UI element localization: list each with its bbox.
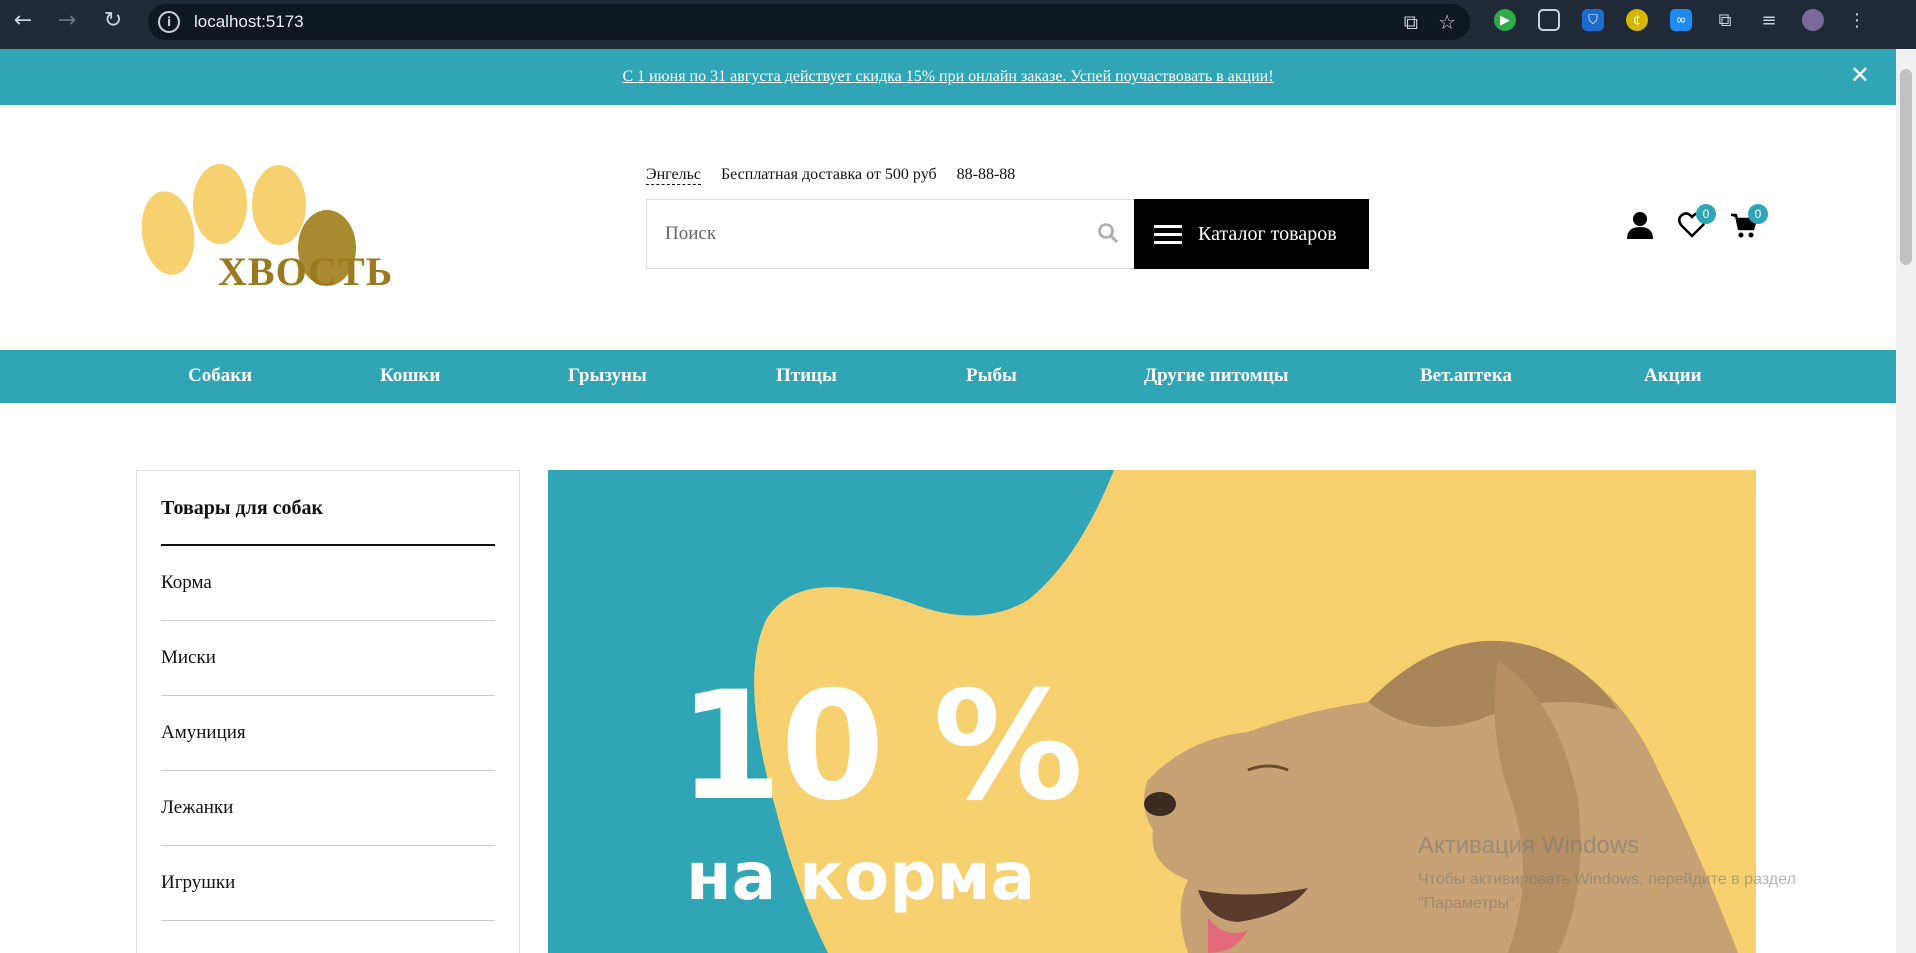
catnav-item-other-pets[interactable]: Другие питомцы	[1144, 365, 1289, 387]
category-sidebar: Товары для собак Корма Миски Амуниция Ле…	[136, 470, 520, 953]
cart-icon[interactable]: 0	[1730, 204, 1768, 240]
cart-count-badge: 0	[1748, 204, 1768, 224]
sidebar-item-bowls[interactable]: Миски	[161, 621, 495, 696]
menu-burger-icon	[1154, 224, 1182, 244]
browser-toolbar: ← → ↻ i localhost:5173 ⧉ ☆ ▶ ⛉ ¢ ∞ ⧉ ≡ ⋮	[0, 0, 1916, 49]
category-nav: Собаки Кошки Грызуны Птицы Рыбы Другие п…	[0, 350, 1896, 403]
catalog-label: Каталог товаров	[1198, 222, 1337, 245]
banner-percent: 10 %	[678, 660, 1083, 834]
extension-shield-icon[interactable]: ⛉	[1582, 9, 1604, 31]
sidebar-item-toys[interactable]: Игрушки	[161, 846, 495, 921]
watermark-title: Активация Windows	[1418, 832, 1640, 859]
banner-subtitle: на корма	[686, 838, 1035, 915]
catnav-item-rodents[interactable]: Грызуны	[568, 365, 647, 387]
catnav-item-promotions[interactable]: Акции	[1644, 365, 1702, 387]
reload-icon[interactable]: ↻	[96, 3, 130, 37]
back-icon[interactable]: ←	[6, 3, 40, 37]
extension-play-icon[interactable]: ▶	[1494, 9, 1516, 31]
profile-avatar[interactable]	[1802, 9, 1824, 31]
sidebar-title: Товары для собак	[161, 497, 495, 546]
catnav-item-birds[interactable]: Птицы	[776, 365, 837, 387]
forward-icon[interactable]: →	[50, 3, 84, 37]
delivery-info: Бесплатная доставка от 500 руб	[720, 166, 937, 183]
city-selector[interactable]: Энгельс	[646, 166, 701, 185]
catalog-button[interactable]: Каталог товаров	[1134, 199, 1369, 269]
promo-link[interactable]: С 1 июня по 31 августа действует скидка …	[622, 68, 1273, 86]
extension-coin-icon[interactable]: ¢	[1626, 9, 1648, 31]
promo-banner: С 1 июня по 31 августа действует скидка …	[0, 49, 1896, 105]
favorites-icon[interactable]: 0	[1678, 204, 1716, 240]
sidebar-item-beds[interactable]: Лежанки	[161, 771, 495, 846]
header-meta: Энгельс Бесплатная доставка от 500 руб 8…	[646, 166, 1015, 185]
bookmark-star-icon[interactable]: ☆	[1438, 10, 1456, 34]
catnav-item-fish[interactable]: Рыбы	[966, 365, 1017, 387]
header-actions: 0 0	[1626, 204, 1768, 240]
media-controls-icon[interactable]: ≡	[1758, 9, 1780, 31]
user-icon[interactable]	[1626, 210, 1654, 240]
catnav-item-vet-pharmacy[interactable]: Вет.аптека	[1420, 365, 1512, 387]
scrollbar-thumb[interactable]	[1900, 69, 1912, 265]
site-info-icon[interactable]: i	[158, 11, 180, 33]
address-bar[interactable]: i localhost:5173 ⧉ ☆	[148, 4, 1470, 40]
translate-icon[interactable]: ⧉	[1404, 10, 1418, 34]
phone-number[interactable]: 88-88-88	[957, 166, 1016, 185]
browser-menu-icon[interactable]: ⋮	[1846, 9, 1868, 31]
url-text[interactable]: localhost:5173	[194, 12, 304, 32]
logo-text: ХВОСТЬ	[218, 249, 394, 294]
search-box	[646, 199, 1136, 269]
search-icon[interactable]	[1097, 222, 1119, 244]
favorites-count-badge: 0	[1696, 204, 1716, 224]
extension-window-icon[interactable]	[1538, 9, 1560, 31]
site-logo[interactable]: ХВОСТЬ	[141, 160, 392, 294]
close-icon[interactable]: ✕	[1850, 61, 1870, 89]
catnav-item-cats[interactable]: Кошки	[380, 365, 440, 387]
page-scrollbar[interactable]	[1896, 49, 1916, 953]
sidebar-item-food[interactable]: Корма	[161, 546, 495, 621]
search-input[interactable]	[647, 223, 1067, 245]
catnav-item-dogs[interactable]: Собаки	[188, 365, 252, 387]
extensions-puzzle-icon[interactable]: ⧉	[1714, 9, 1736, 31]
extension-infinity-icon[interactable]: ∞	[1670, 9, 1692, 31]
sidebar-item-ammunition[interactable]: Амуниция	[161, 696, 495, 771]
windows-activation-watermark: Активация Windows Чтобы активировать Win…	[1418, 832, 1858, 916]
watermark-subtitle: Чтобы активировать Windows, перейдите в …	[1418, 871, 1796, 912]
